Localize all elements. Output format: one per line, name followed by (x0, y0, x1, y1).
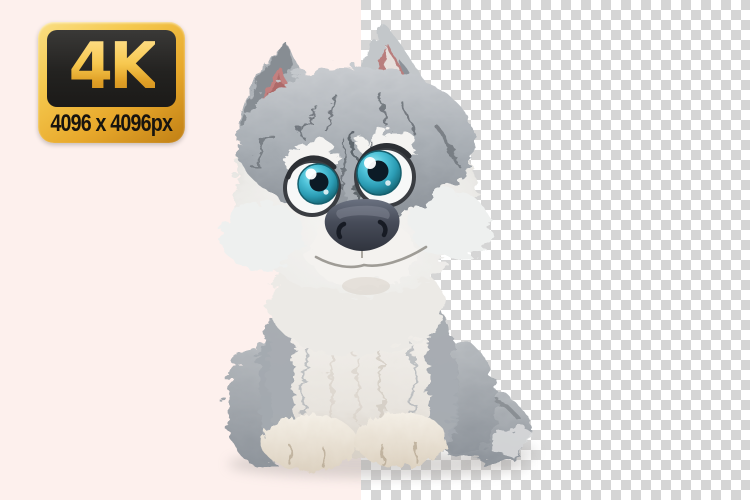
4k-badge-band: 4096 x 4096px (38, 107, 185, 141)
puppy-head (216, 62, 487, 295)
left-eye (285, 158, 339, 215)
asset-preview: 4K 4096 x 4096px (0, 0, 750, 500)
4k-badge-screen: 4K (47, 30, 176, 107)
4k-badge: 4K 4096 x 4096px (38, 22, 185, 143)
dimensions-label: 4096 x 4096px (51, 110, 173, 138)
right-eye (356, 146, 414, 206)
resolution-label: 4K (68, 35, 154, 99)
